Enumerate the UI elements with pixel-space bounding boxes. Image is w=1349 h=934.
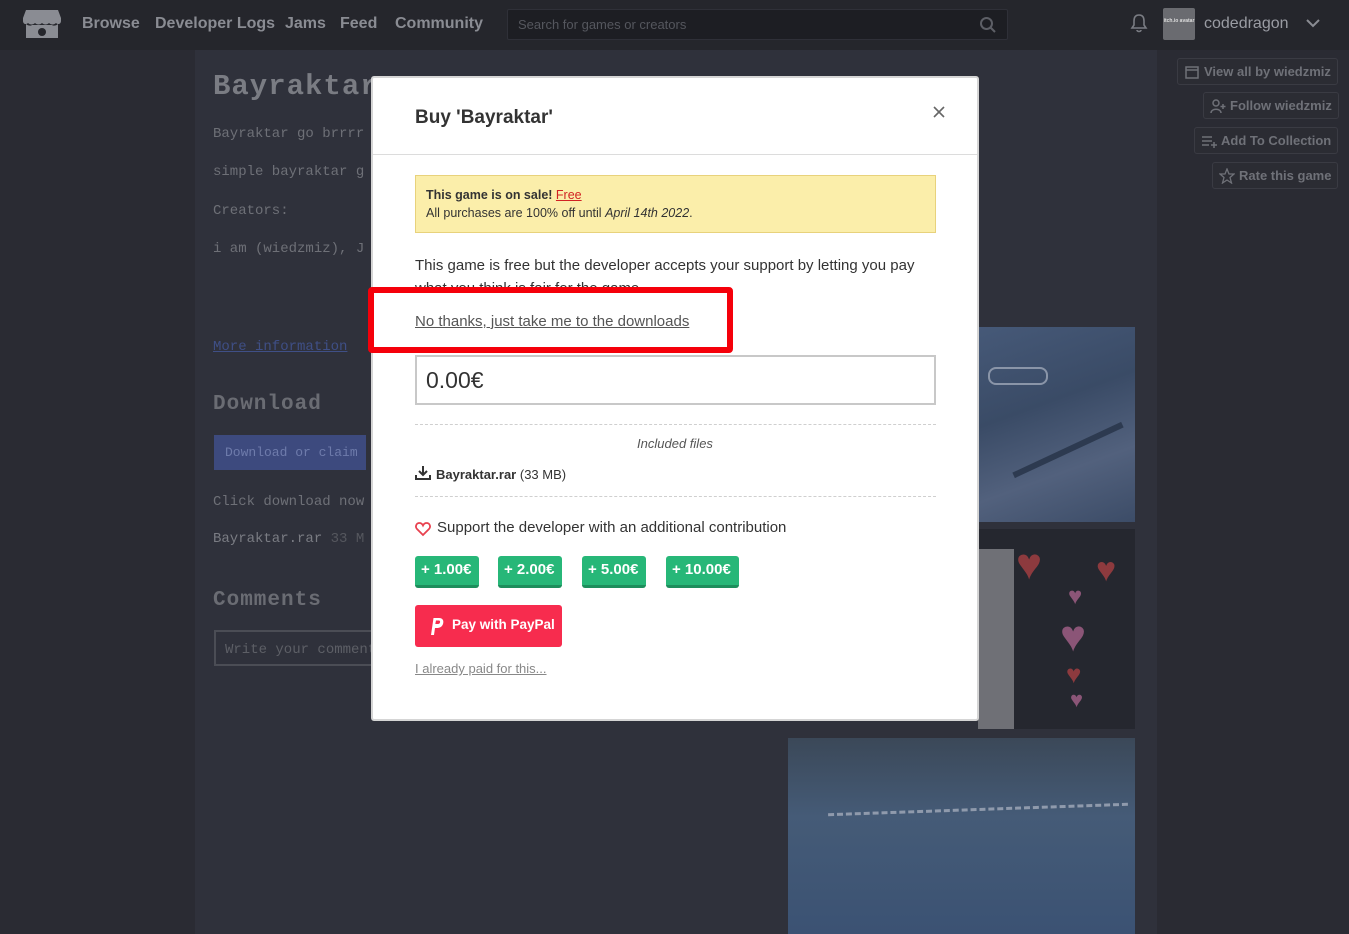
creators-label: Creators: (213, 203, 289, 219)
close-icon[interactable] (931, 104, 947, 120)
screenshot-2[interactable]: ♥ ♥ ♥ ♥ ♥ ♥ (978, 529, 1135, 729)
sale-notice: This game is on sale! Free All purchases… (415, 175, 936, 233)
user-plus-icon (1210, 99, 1226, 114)
included-files-label: Included files (637, 436, 713, 451)
tip-5-button[interactable]: + 5.00€ (582, 556, 647, 588)
nav-feed-link[interactable]: Feed (340, 15, 377, 33)
free-description: This game is free but the developer acce… (415, 257, 915, 288)
game-description-line1: Bayraktar go brrrr (213, 126, 365, 142)
sale-free-link[interactable]: Free (556, 188, 582, 202)
nav-community-link[interactable]: Community (395, 15, 483, 33)
heart-decoration-icon: ♥ (1068, 583, 1083, 610)
sale-notice-line2: All purchases are 100% off until April 1… (426, 204, 935, 222)
screenshot-2-panel (978, 549, 1014, 729)
modal-title: Buy 'Bayraktar' (415, 107, 553, 128)
more-information-link[interactable]: More information (213, 339, 347, 355)
support-developer-row: Support the developer with an additional… (415, 519, 787, 537)
modal-header-divider (373, 154, 977, 155)
add-collection-label: Add To Collection (1221, 133, 1332, 148)
nav-browse-link[interactable]: Browse (82, 15, 140, 33)
download-icon (415, 466, 431, 480)
nav-devlogs-link[interactable]: Developer Logs (155, 15, 275, 33)
username-label[interactable]: codedragon (1204, 15, 1289, 33)
chevron-down-icon[interactable] (1305, 15, 1321, 31)
itchio-logo-icon[interactable] (22, 8, 62, 42)
rate-game-button[interactable]: Rate this game (1212, 162, 1339, 189)
search-icon[interactable] (979, 16, 997, 34)
annotation-highlight-box (368, 287, 733, 353)
screenshot-3[interactable] (788, 738, 1135, 934)
pay-with-paypal-button[interactable]: Pay with PayPal (415, 605, 562, 647)
buy-modal: Buy 'Bayraktar' This game is on sale! Fr… (371, 76, 979, 721)
sale-line-prefix: All purchases are 100% off until (426, 206, 602, 220)
paypal-label: Pay with PayPal (452, 617, 555, 632)
heart-decoration-icon: ♥ (1016, 540, 1043, 589)
search-placeholder: Search for games or creators (518, 17, 687, 32)
paypal-logo-icon (431, 618, 444, 635)
sale-notice-line1: This game is on sale! Free (426, 186, 935, 204)
already-paid-link[interactable]: I already paid for this... (415, 661, 547, 676)
download-heading: Download (213, 393, 322, 416)
game-description-line2: simple bayraktar g (213, 164, 365, 180)
heart-decoration-icon: ♥ (1096, 551, 1117, 589)
sale-strong-text: This game is on sale! (426, 188, 553, 202)
heart-icon (415, 522, 431, 537)
screenshot-1-road (1012, 421, 1124, 479)
click-download-text: Click download now (213, 494, 365, 510)
star-icon (1219, 168, 1235, 184)
comments-heading: Comments (213, 589, 322, 612)
search-input[interactable]: Search for games or creators (507, 9, 1008, 40)
comment-input[interactable]: Write your comment (214, 630, 374, 666)
notification-bell-icon[interactable] (1129, 13, 1149, 33)
files-divider-top (415, 424, 936, 425)
included-file-row: Bayraktar.rar (33 MB) (415, 466, 567, 482)
add-list-icon (1202, 136, 1217, 148)
comment-placeholder: Write your comment (225, 642, 374, 658)
screenshot-1-detail (988, 367, 1048, 385)
background-file-row: Bayraktar.rar 33 M (213, 531, 364, 547)
download-or-claim-button[interactable]: Download or claim (214, 435, 366, 470)
follow-author-button[interactable]: Follow wiedzmiz (1203, 92, 1339, 119)
tip-1-button[interactable]: + 1.00€ (415, 556, 480, 588)
background-file-size: 33 M (330, 531, 365, 547)
support-developer-text: Support the developer with an additional… (437, 519, 787, 536)
price-input[interactable]: 0.00€ (415, 355, 936, 405)
user-avatar[interactable]: itch.io avatar (1163, 8, 1195, 40)
background-file-name: Bayraktar.rar (213, 531, 323, 547)
add-to-collection-button[interactable]: Add To Collection (1194, 127, 1339, 154)
heart-decoration-icon: ♥ (1060, 612, 1087, 661)
heart-decoration-icon: ♥ (1066, 659, 1082, 689)
top-nav: Browse Developer Logs Jams Feed Communit… (0, 0, 1349, 50)
screenshot-1[interactable] (978, 327, 1135, 522)
sale-date: April 14th 2022 (605, 206, 690, 220)
follow-label: Follow wiedzmiz (1230, 98, 1332, 113)
view-all-label: View all by wiedzmiz (1204, 64, 1331, 79)
nav-jams-link[interactable]: Jams (285, 15, 326, 33)
heart-decoration-icon: ♥ (1070, 687, 1084, 712)
sale-period: . (689, 206, 693, 220)
store-icon (1185, 66, 1199, 79)
tip-10-button[interactable]: + 10.00€ (666, 556, 739, 588)
tip-2-button[interactable]: + 2.00€ (498, 556, 563, 588)
game-title: Bayraktar (213, 70, 379, 103)
view-all-by-author-button[interactable]: View all by wiedzmiz (1177, 58, 1338, 85)
creators-text: i am (wiedzmiz), J (213, 241, 365, 257)
screenshot-3-line (828, 802, 1128, 817)
included-file-size: (33 MB) (519, 467, 567, 482)
avatar-text: itch.io avatar (1163, 18, 1195, 24)
rate-label: Rate this game (1239, 168, 1332, 183)
files-divider-bottom (415, 496, 936, 497)
